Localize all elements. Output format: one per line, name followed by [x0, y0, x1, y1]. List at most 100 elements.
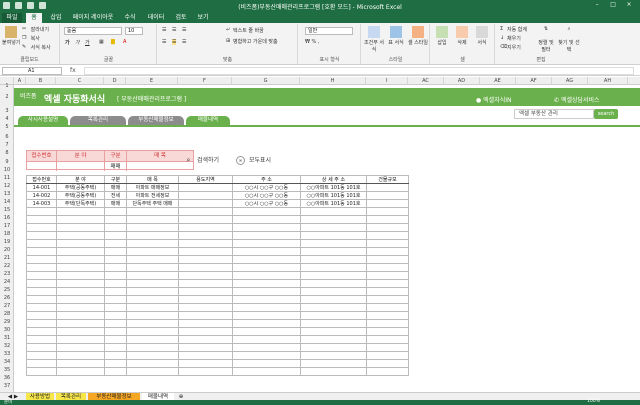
column-header[interactable]: D	[104, 77, 126, 85]
table-cell[interactable]	[26, 263, 57, 272]
table-row[interactable]	[26, 255, 409, 264]
table-cell[interactable]	[104, 343, 127, 352]
table-cell[interactable]	[104, 223, 127, 232]
table-cell[interactable]	[26, 343, 57, 352]
table-row[interactable]	[26, 303, 409, 312]
table-cell[interactable]	[300, 295, 367, 304]
nav-tab-listing[interactable]: 매물내역	[186, 116, 230, 125]
table-cell[interactable]	[26, 279, 57, 288]
table-cell[interactable]: 아파트 매매정보	[126, 183, 179, 192]
column-header[interactable]: G	[232, 77, 300, 85]
table-cell[interactable]	[178, 183, 233, 192]
table-cell[interactable]	[366, 303, 409, 312]
table-cell[interactable]	[26, 359, 57, 368]
table-cell[interactable]	[126, 279, 179, 288]
conditional-format-button[interactable]: 조건부 서식	[364, 26, 384, 53]
table-cell[interactable]	[366, 231, 409, 240]
tab-review[interactable]: 검토	[172, 13, 190, 23]
row-header[interactable]: 3	[0, 106, 14, 116]
table-cell[interactable]	[300, 303, 367, 312]
table-cell[interactable]: 14-001	[26, 183, 57, 192]
column-header[interactable]: A	[14, 77, 26, 85]
table-cell[interactable]	[366, 263, 409, 272]
table-cell[interactable]	[126, 239, 179, 248]
table-cell[interactable]	[126, 343, 179, 352]
table-cell[interactable]	[104, 263, 127, 272]
insert-cells-button[interactable]: 삽입	[433, 26, 451, 46]
table-cell[interactable]	[366, 271, 409, 280]
row-header[interactable]: 29	[0, 318, 14, 326]
row-header[interactable]: 12	[0, 182, 14, 190]
column-header[interactable]: H	[300, 77, 366, 85]
table-cell[interactable]	[232, 239, 301, 248]
underline-button[interactable]: 가	[85, 39, 90, 46]
table-cell[interactable]: 14-003	[26, 199, 57, 208]
table-cell[interactable]	[178, 215, 233, 224]
row-header[interactable]: 6	[0, 132, 14, 142]
font-color-icon[interactable]: A	[123, 39, 126, 45]
column-header[interactable]: B	[26, 77, 56, 85]
table-cell[interactable]	[232, 231, 301, 240]
autosum-button[interactable]: Σ 자동 합계	[500, 26, 527, 33]
table-cell[interactable]	[366, 335, 409, 344]
table-cell[interactable]	[300, 279, 367, 288]
wrap-text-button[interactable]: ↵ 텍스트 줄 바꿈	[226, 27, 264, 34]
cut-button[interactable]: ✂ 잘라내기	[22, 26, 49, 33]
table-cell[interactable]	[56, 271, 105, 280]
table-row[interactable]	[26, 359, 409, 368]
table-cell[interactable]	[104, 255, 127, 264]
table-row[interactable]	[26, 271, 409, 280]
table-cell[interactable]	[26, 247, 57, 256]
table-cell[interactable]	[178, 255, 233, 264]
table-cell[interactable]	[26, 223, 57, 232]
table-cell[interactable]	[300, 255, 367, 264]
nav-tab-list[interactable]: 목록관리	[70, 116, 126, 125]
row-header[interactable]: 23	[0, 270, 14, 278]
table-cell[interactable]	[232, 287, 301, 296]
table-cell[interactable]	[126, 207, 179, 216]
nav-tab-property-info[interactable]: 부동산매물정보	[128, 116, 184, 125]
column-header[interactable]: F	[178, 77, 232, 85]
table-cell[interactable]	[26, 327, 57, 336]
column-header[interactable]: AH	[588, 77, 628, 85]
tab-page-layout[interactable]: 페이지 레이아웃	[70, 13, 116, 23]
table-cell[interactable]	[366, 215, 409, 224]
row-header[interactable]: 20	[0, 246, 14, 254]
tab-insert[interactable]: 삽입	[46, 13, 66, 23]
table-cell[interactable]	[104, 271, 127, 280]
table-cell[interactable]: 단독주택 주택 매매	[126, 199, 179, 208]
table-cell[interactable]	[104, 247, 127, 256]
align-center-icon[interactable]: ☰	[172, 39, 177, 45]
row-header[interactable]: 27	[0, 302, 14, 310]
table-cell[interactable]	[178, 271, 233, 280]
table-cell[interactable]	[300, 367, 367, 376]
table-cell[interactable]	[26, 231, 57, 240]
table-cell[interactable]	[126, 295, 179, 304]
table-row[interactable]	[26, 343, 409, 352]
table-cell[interactable]	[56, 327, 105, 336]
nav-tab-guide[interactable]: 사시사용설명	[18, 116, 68, 125]
table-cell[interactable]	[126, 311, 179, 320]
table-cell[interactable]	[300, 327, 367, 336]
table-cell[interactable]	[126, 359, 179, 368]
table-row[interactable]	[26, 207, 409, 216]
table-cell[interactable]	[56, 311, 105, 320]
table-cell[interactable]	[178, 295, 233, 304]
filter-field-input[interactable]	[57, 161, 105, 171]
table-row[interactable]	[26, 287, 409, 296]
table-cell[interactable]	[366, 319, 409, 328]
formula-input[interactable]	[84, 67, 634, 75]
table-cell[interactable]	[126, 247, 179, 256]
row-header[interactable]: 30	[0, 326, 14, 334]
table-cell[interactable]	[104, 351, 127, 360]
table-row[interactable]	[26, 311, 409, 320]
table-row[interactable]	[26, 279, 409, 288]
table-cell[interactable]	[26, 319, 57, 328]
table-cell[interactable]	[26, 367, 57, 376]
table-cell[interactable]	[126, 327, 179, 336]
table-cell[interactable]	[366, 311, 409, 320]
table-cell[interactable]	[126, 367, 179, 376]
table-cell[interactable]	[26, 215, 57, 224]
clear-button[interactable]: ⌫지우기	[500, 44, 521, 51]
border-icon[interactable]: ▦	[99, 39, 104, 45]
